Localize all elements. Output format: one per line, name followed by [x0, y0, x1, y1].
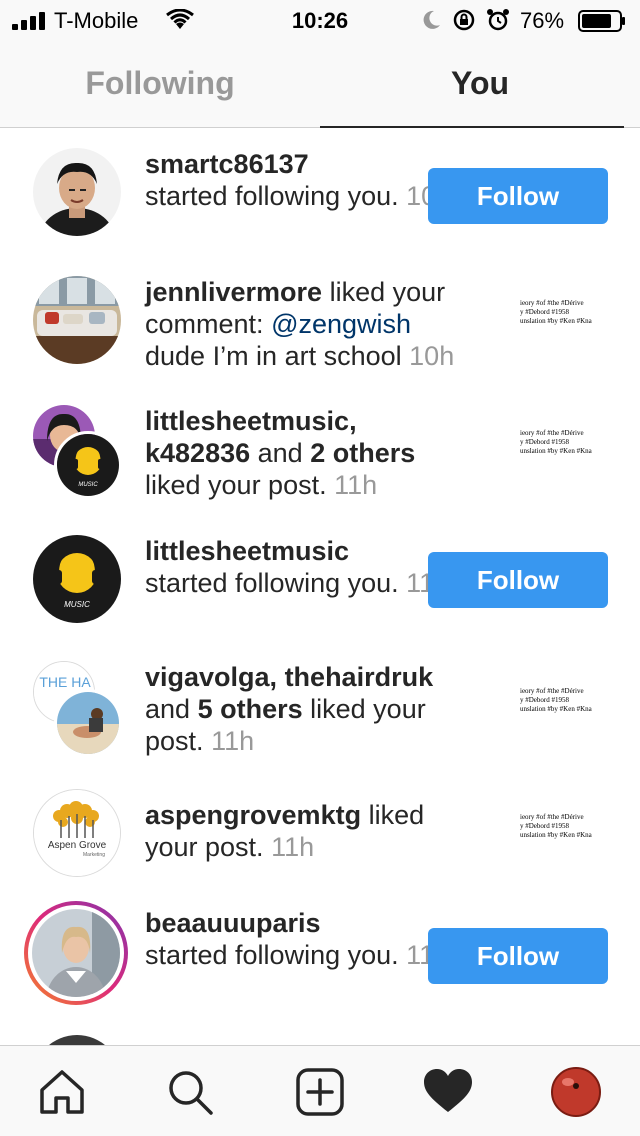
avatar[interactable]	[33, 276, 121, 364]
thumbnail-line: y #Debord #1958	[520, 822, 569, 830]
thumbnail-line: unslation #by #Ken #Kna	[520, 447, 592, 455]
logo-text: Aspen Grove	[48, 840, 107, 851]
post-thumbnail[interactable]: ieory #of #the #Dérive y #Debord #1958 u…	[520, 687, 610, 737]
post-thumbnail[interactable]: ieory #of #the #Dérive y #Debord #1958 u…	[520, 299, 610, 349]
thumbnail-line: ieory #of #the #Dérive	[520, 299, 584, 307]
thumbnail-line: ieory #of #the #Dérive	[520, 687, 584, 695]
notification-text: vigavolga, thehairdruk and 5 others like…	[145, 661, 475, 757]
notification-text: littlesheetmusic, k482836 and 2 others l…	[145, 405, 475, 501]
notification-row[interactable]: THE HA vigavolga, thehairdruk and 5 othe…	[0, 645, 640, 775]
notification-row[interactable]: smartc86137 started following you. 10h F…	[0, 129, 640, 259]
notification-row[interactable]: MUSIC littlesheetmusic started following…	[0, 517, 640, 645]
notification-row[interactable]	[0, 1027, 640, 1045]
thumbnail-line: y #Debord #1958	[520, 696, 569, 704]
thumbnail-line: unslation #by #Ken #Kna	[520, 705, 592, 713]
thumbnail-line: unslation #by #Ken #Kna	[520, 317, 592, 325]
action-text: started following you.	[145, 181, 399, 211]
activity-feed[interactable]: smartc86137 started following you. 10h F…	[0, 129, 640, 1045]
others-link[interactable]: 5 others	[198, 694, 303, 724]
battery-icon	[578, 10, 625, 32]
home-icon[interactable]	[34, 1064, 90, 1120]
action-text: started following you.	[145, 568, 399, 598]
avatar[interactable]	[33, 1035, 121, 1045]
activity-tabs: Following You	[0, 40, 640, 128]
profile-avatar[interactable]	[548, 1064, 604, 1120]
notification-row[interactable]: Aspen Grove Marketing aspengrovemktg lik…	[0, 775, 640, 887]
post-thumbnail[interactable]: ieory #of #the #Dérive y #Debord #1958 u…	[520, 813, 610, 863]
username-link[interactable]: vigavolga,	[145, 662, 277, 692]
notification-row[interactable]: jennlivermore liked your comment: @zengw…	[0, 259, 640, 387]
notification-text: littlesheetmusic started following you. …	[145, 535, 475, 599]
username-link[interactable]: smartc86137	[145, 149, 309, 179]
notification-text: beaauuuparis started following you. 11h	[145, 907, 475, 971]
action-text: started following you.	[145, 940, 399, 970]
follow-button[interactable]: Follow	[428, 552, 608, 608]
story-ring[interactable]	[24, 901, 128, 1005]
thumbnail-line: unslation #by #Ken #Kna	[520, 831, 592, 839]
avatar[interactable]	[32, 909, 120, 997]
activity-heart-icon[interactable]	[420, 1064, 476, 1120]
username-link[interactable]: aspengrovemktg	[145, 800, 361, 830]
timestamp: 10h	[409, 341, 455, 371]
thumbnail-line: ieory #of #the #Dérive	[520, 813, 584, 821]
tab-following[interactable]: Following	[0, 40, 320, 128]
joiner-text: and	[257, 438, 303, 468]
timestamp: 11h	[271, 832, 315, 862]
tab-you[interactable]: You	[320, 40, 640, 128]
bottom-navigation	[0, 1045, 640, 1136]
username-link[interactable]: jennlivermore	[145, 277, 322, 307]
thumbnail-line: ieory #of #the #Dérive	[520, 429, 584, 437]
post-thumbnail[interactable]: ieory #of #the #Dérive y #Debord #1958 u…	[520, 429, 610, 479]
username-link[interactable]: beaauuuparis	[145, 908, 321, 938]
follow-button[interactable]: Follow	[428, 928, 608, 984]
username-link[interactable]: k482836	[145, 438, 250, 468]
joiner-text: and	[145, 694, 191, 724]
do-not-disturb-moon-icon	[423, 10, 440, 29]
notification-text: aspengrovemktg liked your post. 11h	[145, 799, 475, 863]
notification-text: jennlivermore liked your comment: @zengw…	[145, 276, 475, 372]
notification-row[interactable]: MUSIC littlesheetmusic, k482836 and 2 ot…	[0, 387, 640, 517]
logo-avatar[interactable]: Aspen Grove Marketing	[33, 789, 121, 877]
logo-text: MUSIC	[78, 482, 98, 488]
avatar[interactable]	[33, 148, 121, 236]
username-link[interactable]: littlesheetmusic	[145, 536, 349, 566]
logo-avatar[interactable]: MUSIC	[33, 535, 121, 623]
status-bar: T-Mobile 10:26 76%	[0, 0, 640, 40]
notification-row[interactable]: beaauuuparis started following you. 11h …	[0, 887, 640, 1027]
logo-text: THE HA	[39, 674, 91, 690]
mention-link[interactable]: @zengwish	[271, 309, 411, 339]
add-post-icon[interactable]	[292, 1064, 348, 1120]
battery-percentage: 76%	[520, 8, 565, 33]
thumbnail-line: y #Debord #1958	[520, 438, 569, 446]
logo-text: MUSIC	[64, 600, 90, 609]
avatar[interactable]	[54, 689, 122, 757]
comment-text: dude I’m in art school	[145, 341, 402, 371]
notification-text: smartc86137 started following you. 10h	[145, 148, 475, 212]
timestamp: 11h	[334, 470, 378, 500]
alarm-clock-icon	[487, 9, 509, 31]
action-text: liked your post.	[145, 470, 327, 500]
follow-button[interactable]: Follow	[428, 168, 608, 224]
active-tab-indicator	[320, 126, 624, 128]
logo-avatar[interactable]: MUSIC	[54, 431, 122, 499]
rotation-lock-icon	[453, 9, 475, 31]
others-link[interactable]: 2 others	[310, 438, 415, 468]
username-link[interactable]: littlesheetmusic,	[145, 406, 357, 436]
logo-subtext: Marketing	[83, 852, 105, 858]
thumbnail-line: y #Debord #1958	[520, 308, 569, 316]
timestamp: 11h	[211, 726, 255, 756]
search-icon[interactable]	[162, 1064, 218, 1120]
username-link[interactable]: thehairdruk	[285, 662, 434, 692]
